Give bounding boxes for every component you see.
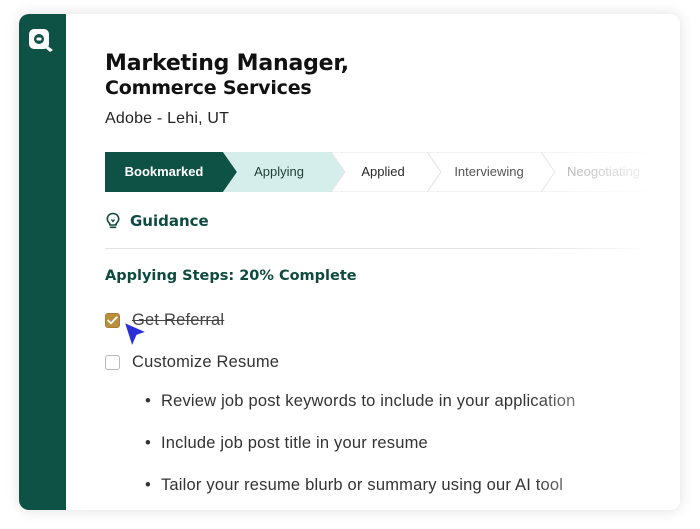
checkbox-unchecked[interactable] <box>105 354 120 370</box>
bullet-icon: • <box>145 392 151 410</box>
job-title: Marketing Manager, Commerce Services <box>105 51 349 101</box>
stage-interviewing[interactable]: Interviewing <box>435 152 543 192</box>
company-location: Adobe - Lehi, UT <box>105 110 230 127</box>
stage-applying[interactable]: Applying <box>229 152 329 192</box>
guidance-header[interactable]: Guidance <box>105 210 209 232</box>
bullet-icon: • <box>145 434 151 452</box>
checklist-item-label: Customize Resume <box>132 352 280 371</box>
checklist-item[interactable]: Customize Resume <box>105 352 279 372</box>
sidebar-rail <box>19 14 66 510</box>
applying-steps-heading: Applying Steps: 20% Complete <box>105 268 357 284</box>
sub-step-item: • Review job post keywords to include in … <box>145 392 576 411</box>
mouse-pointer-icon <box>123 321 148 348</box>
bullet-icon: • <box>145 476 151 494</box>
stage-applied[interactable]: Applied <box>337 152 429 192</box>
job-title-line-2: Commerce Services <box>105 77 312 99</box>
lightbulb-icon <box>106 212 120 229</box>
app-logo-icon[interactable] <box>28 28 56 54</box>
main-content: Marketing Manager, Commerce Services Ado… <box>105 14 680 510</box>
stage-stepper: Bookmarked Applying Applied Interviewing… <box>105 152 665 192</box>
check-icon <box>107 315 118 324</box>
checkbox-checked[interactable] <box>105 312 120 328</box>
stage-bookmarked[interactable]: Bookmarked <box>105 152 223 192</box>
sub-step-item: • Include job post title in your resume <box>145 434 428 453</box>
section-divider <box>105 248 639 249</box>
job-title-line-1: Marketing Manager, <box>105 51 349 76</box>
guidance-label: Guidance <box>130 212 209 230</box>
sub-step-text: Review job post keywords to include in y… <box>160 392 576 410</box>
sub-step-text: Tailor your resume blurb or summary usin… <box>160 476 564 494</box>
stage-negotiating[interactable]: Neogotiating <box>553 152 679 192</box>
sub-step-text: Include job post title in your resume <box>160 434 428 452</box>
sub-step-item: • Tailor your resume blurb or summary usi… <box>145 476 563 495</box>
job-card: Marketing Manager, Commerce Services Ado… <box>19 14 680 510</box>
